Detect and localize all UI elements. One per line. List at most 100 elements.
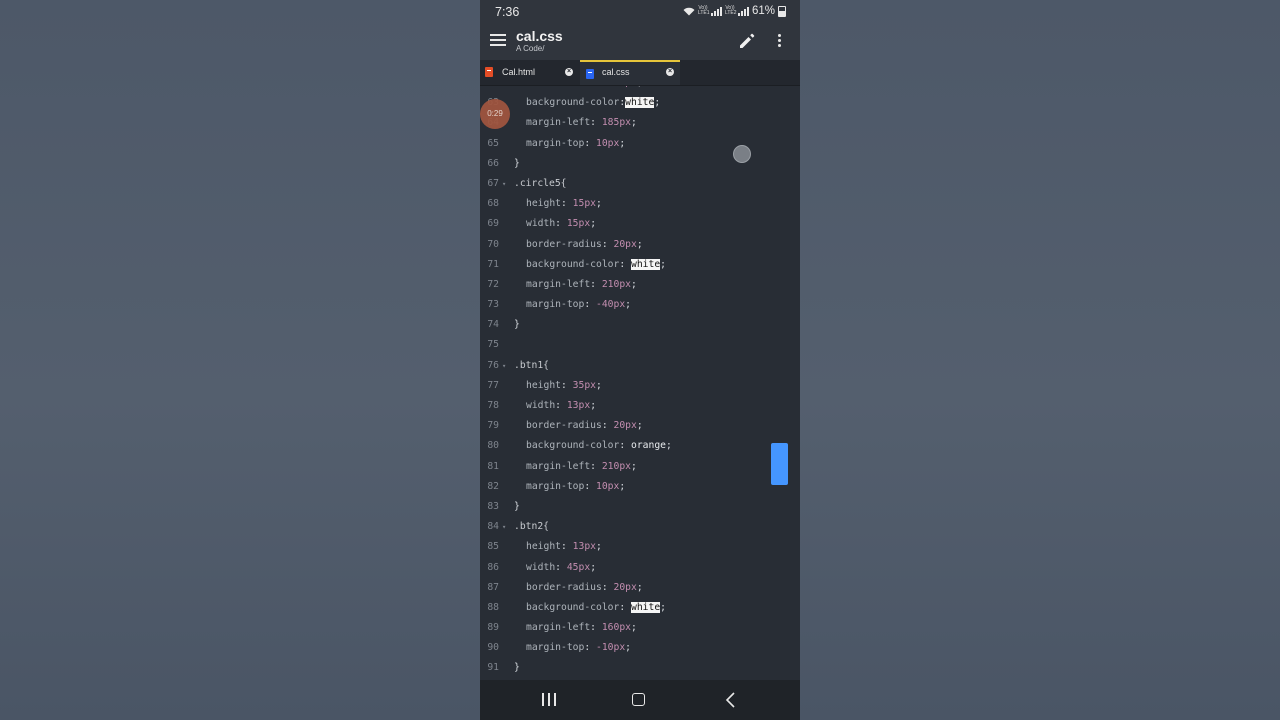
code-text: height: 15px; bbox=[526, 198, 602, 210]
code-line: 86 width: 45px; bbox=[480, 558, 800, 578]
code-text: margin-left: 160px; bbox=[526, 622, 637, 634]
line-number: 91 bbox=[487, 662, 499, 674]
menu-icon[interactable] bbox=[490, 34, 506, 48]
line-number: 68 bbox=[487, 198, 499, 210]
code-text: border-radius: 20px; bbox=[526, 420, 643, 432]
code-text: border-radius: 20px; bbox=[526, 238, 643, 250]
code-text: width: 13px; bbox=[526, 400, 597, 411]
line-number: 65 bbox=[487, 137, 499, 149]
code-line: 67 ▾ .circle5{ bbox=[480, 174, 800, 194]
line-number: 80 bbox=[487, 440, 499, 452]
close-icon[interactable]: × bbox=[666, 68, 674, 76]
code-text: background-color:white; bbox=[526, 97, 661, 109]
code-text: .btn1{ bbox=[514, 359, 549, 371]
background-right bbox=[800, 0, 1280, 720]
battery-percent: 61% bbox=[751, 5, 775, 17]
css3-icon bbox=[586, 69, 594, 79]
code-line: 77 height: 35px; bbox=[480, 376, 800, 396]
tab-label: cal.css bbox=[602, 67, 630, 77]
code-line: 82 margin-top: 10px; bbox=[480, 477, 800, 497]
system-nav-bar bbox=[480, 680, 800, 720]
code-line: 90 margin-top: -10px; bbox=[480, 638, 800, 658]
code-line: 74} bbox=[480, 315, 800, 335]
code-text: margin-top: 10px; bbox=[526, 137, 626, 149]
tab-cal-html[interactable]: Cal.html × bbox=[480, 60, 578, 85]
code-lines: 62border-radius: 20px;63background-color… bbox=[480, 86, 800, 679]
close-icon[interactable]: × bbox=[565, 68, 573, 76]
code-line: 71 background-color: white; bbox=[480, 255, 800, 275]
fold-arrow-icon[interactable]: ▾ bbox=[502, 174, 506, 194]
edit-pencil-icon[interactable] bbox=[738, 32, 756, 50]
code-line: 87 border-radius: 20px; bbox=[480, 578, 800, 598]
line-number: 88 bbox=[487, 601, 499, 613]
code-text: width: 15px; bbox=[526, 218, 597, 230]
code-text: background-color: white; bbox=[526, 258, 667, 270]
code-text: margin-left: 210px; bbox=[526, 460, 637, 472]
tab-label: Cal.html bbox=[502, 67, 536, 77]
code-text: } bbox=[514, 662, 520, 674]
code-line: 79 border-radius: 20px; bbox=[480, 416, 800, 436]
line-number: 89 bbox=[487, 622, 499, 634]
code-line: 73 margin-top: -40px; bbox=[480, 295, 800, 315]
wifi-icon bbox=[683, 7, 695, 15]
status-icons: Vo)) LTE1 Vo)) LTE2 61% bbox=[683, 5, 786, 17]
more-options-icon[interactable] bbox=[776, 34, 782, 50]
code-line: 88 background-color: white; bbox=[480, 598, 800, 618]
code-text: margin-top: -40px; bbox=[526, 299, 632, 311]
app-bar: cal.css A Code/ bbox=[480, 24, 800, 60]
sim2-label: Vo)) LTE2 bbox=[724, 5, 737, 16]
code-line: 62 border-radius: 20px; bbox=[480, 86, 800, 93]
line-number: 78 bbox=[487, 400, 499, 411]
code-line: 81 margin-left: 210px; bbox=[480, 457, 800, 477]
code-text: } bbox=[514, 500, 520, 512]
line-number: 69 bbox=[487, 218, 499, 230]
line-number: 79 bbox=[487, 420, 499, 432]
code-line: 91} bbox=[480, 658, 800, 678]
code-text: width: 45px; bbox=[526, 561, 597, 573]
line-number: 85 bbox=[487, 541, 499, 553]
signal-icon-sim1 bbox=[710, 6, 722, 16]
code-line: 64margin-left: 185px; bbox=[480, 113, 800, 133]
sim1-label: Vo)) LTE1 bbox=[697, 5, 710, 16]
tab-cal-css[interactable]: cal.css × bbox=[580, 60, 680, 85]
code-line: 75 bbox=[480, 335, 800, 355]
line-number: 77 bbox=[487, 379, 499, 391]
code-line: 83} bbox=[480, 497, 800, 517]
line-number: 66 bbox=[487, 157, 499, 169]
code-line: 72 margin-left: 210px; bbox=[480, 275, 800, 295]
recording-timer-badge: 0:29 bbox=[480, 99, 510, 129]
signal-icon-sim2 bbox=[737, 6, 749, 16]
code-line: 85 height: 13px; bbox=[480, 537, 800, 557]
code-line: 63background-color:white; bbox=[480, 93, 800, 113]
fold-arrow-icon[interactable]: ▾ bbox=[502, 517, 506, 537]
scrollbar-thumb[interactable] bbox=[771, 443, 788, 485]
background-left bbox=[0, 0, 480, 720]
status-time: 7:36 bbox=[495, 5, 520, 19]
file-path: A Code/ bbox=[516, 44, 545, 53]
back-icon[interactable] bbox=[724, 692, 738, 708]
line-number: 62 bbox=[480, 86, 499, 93]
html5-icon bbox=[485, 67, 493, 77]
code-editor[interactable]: 62border-radius: 20px;63background-color… bbox=[480, 86, 800, 680]
recents-icon[interactable] bbox=[542, 693, 556, 706]
line-number: 71 bbox=[487, 258, 499, 270]
line-number: 76 bbox=[487, 359, 499, 371]
home-icon[interactable] bbox=[632, 693, 645, 706]
code-text: } bbox=[514, 157, 520, 169]
phone-screen: 7:36 Vo)) LTE1 Vo)) LTE2 61% cal.css A C… bbox=[480, 0, 800, 720]
code-line: 70 border-radius: 20px; bbox=[480, 235, 800, 255]
code-text: .circle5{ bbox=[514, 177, 567, 189]
code-line: 65 margin-top: 10px; bbox=[480, 134, 800, 154]
line-number: 82 bbox=[487, 480, 499, 492]
fold-arrow-icon[interactable]: ▾ bbox=[502, 356, 506, 376]
code-text: margin-top: 10px; bbox=[526, 480, 626, 492]
line-number: 87 bbox=[487, 581, 499, 593]
line-number: 70 bbox=[487, 238, 499, 250]
battery-icon bbox=[778, 5, 786, 17]
code-text: background-color: orange; bbox=[526, 440, 672, 452]
code-text: .btn2{ bbox=[514, 521, 549, 533]
code-text: } bbox=[514, 319, 520, 331]
line-number: 81 bbox=[487, 460, 499, 472]
line-number: 67 bbox=[487, 177, 499, 189]
code-line: 84 ▾ .btn2{ bbox=[480, 517, 800, 537]
